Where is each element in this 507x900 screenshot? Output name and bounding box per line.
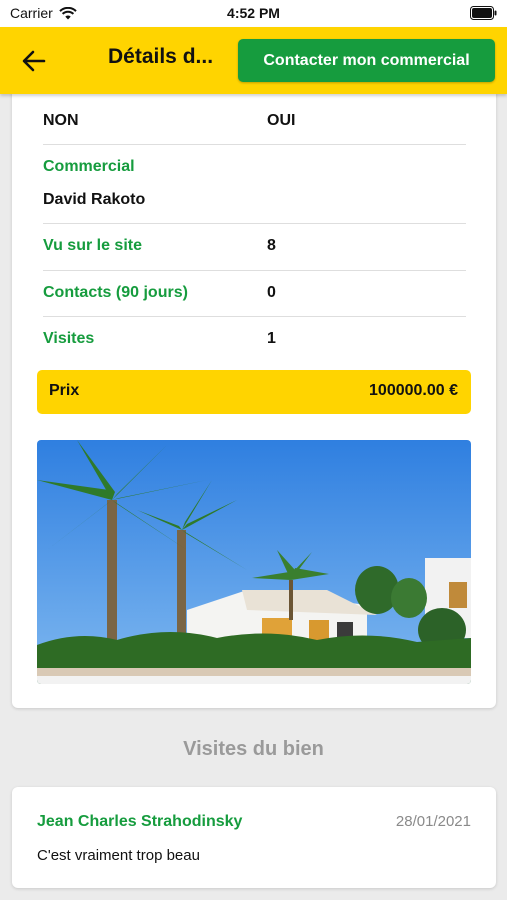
commercial-value: David Rakoto	[43, 191, 146, 208]
price-label: Prix	[49, 382, 80, 399]
divider	[43, 316, 466, 317]
divider	[43, 270, 466, 271]
top-row-left-value: NON	[43, 112, 79, 129]
vu-sur-le-site-value: 8	[267, 237, 276, 254]
contact-commercial-button[interactable]: Contacter mon commercial	[238, 39, 495, 82]
divider	[43, 144, 466, 145]
status-time: 4:52 PM	[227, 5, 280, 21]
status-bar: Carrier 4:52 PM	[0, 0, 507, 27]
visit-comment: C'est vraiment trop beau	[37, 847, 200, 864]
vu-sur-le-site-label: Vu sur le site	[43, 237, 142, 254]
back-button[interactable]	[20, 47, 50, 75]
top-row-right-value: OUI	[267, 112, 296, 129]
property-details-card: NON OUI Commercial David Rakoto Vu sur l…	[12, 80, 496, 708]
visit-name: Jean Charles Strahodinsky	[37, 813, 243, 830]
price-value: 100000.00 €	[369, 382, 458, 399]
visit-card[interactable]: Jean Charles Strahodinsky 28/01/2021 C'e…	[12, 787, 496, 888]
visits-section-title: Visites du bien	[183, 738, 324, 760]
property-photo-image	[37, 440, 471, 684]
app-bar: Détails d... Contacter mon commercial	[0, 27, 507, 94]
arrow-left-icon	[22, 50, 46, 72]
divider	[43, 223, 466, 224]
visites-value: 1	[267, 330, 276, 347]
battery-icon	[470, 6, 497, 20]
visites-label: Visites	[43, 330, 95, 347]
contacts-value: 0	[267, 284, 276, 301]
property-photo[interactable]	[37, 440, 471, 684]
contacts-label: Contacts (90 jours)	[43, 284, 188, 301]
page-title: Détails d...	[108, 45, 214, 68]
price-box: Prix 100000.00 €	[37, 370, 471, 414]
commercial-label: Commercial	[43, 158, 135, 175]
visit-date: 28/01/2021	[395, 813, 471, 830]
